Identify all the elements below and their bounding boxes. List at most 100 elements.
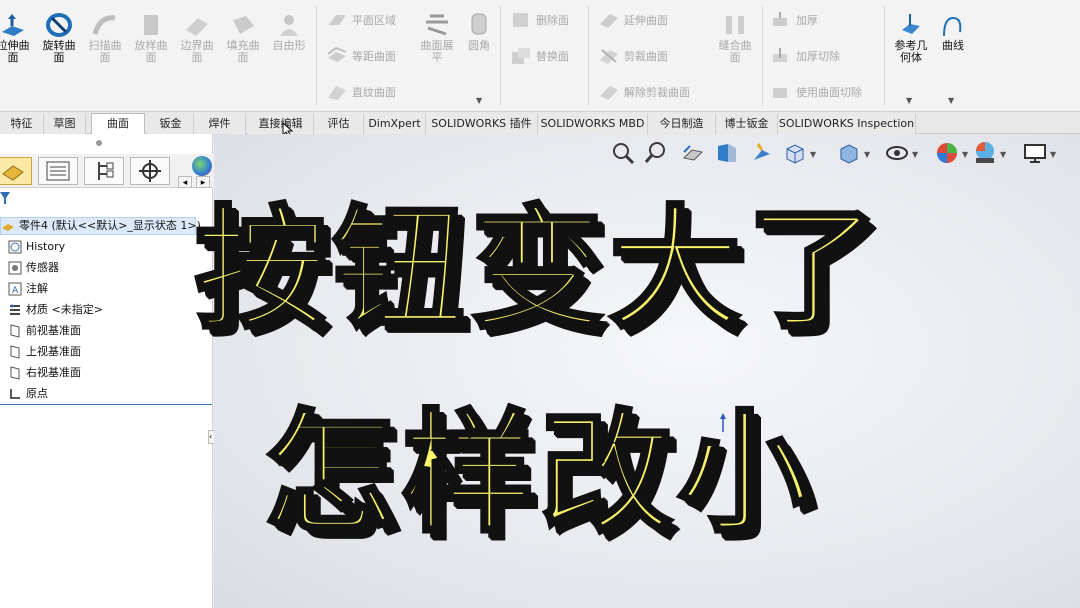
section-view-icon[interactable] [714, 140, 740, 166]
extrude-surface-icon [2, 14, 24, 36]
tree-item-label: 上视基准面 [26, 345, 81, 358]
ribbon-separator [500, 6, 501, 106]
ruled-surface-button[interactable]: 直纹曲面 [326, 80, 396, 104]
revolve-surface-button[interactable]: 旋转曲 面 [36, 12, 82, 64]
zoom-to-fit-icon[interactable] [610, 140, 636, 166]
button-label: 扫描曲 面 [88, 39, 122, 64]
scroll-left-icon[interactable]: ◂ [178, 176, 192, 188]
button-label: 剪裁曲面 [624, 50, 668, 63]
chevron-down-icon[interactable]: ▼ [810, 150, 816, 159]
tab-configuration-manager[interactable] [84, 157, 124, 185]
previous-view-icon[interactable] [680, 140, 706, 166]
tab-features[interactable]: 特征 [0, 114, 44, 134]
configuration-icon [98, 162, 114, 180]
chevron-down-icon[interactable]: ▼ [1000, 150, 1006, 159]
chevron-down-icon[interactable]: ▼ [906, 96, 912, 105]
curves-icon [943, 16, 962, 37]
extend-surface-icon [600, 14, 618, 28]
untrim-surface-button[interactable]: 解除剪裁曲面 [598, 80, 690, 104]
feature-tree-icon [2, 165, 24, 181]
tab-solidworks-addins[interactable]: SOLIDWORKS 插件 [426, 114, 538, 134]
ribbon-separator [588, 6, 589, 106]
reference-geometry-button[interactable]: 参考几 何体 [888, 12, 934, 64]
freeform-button[interactable]: 自由形 [266, 12, 312, 52]
tab-doctor-sheet-metal[interactable]: 博士钣金 [716, 114, 778, 134]
curves-button[interactable]: 曲线 [930, 12, 976, 52]
trim-surface-button[interactable]: 剪裁曲面 [598, 44, 668, 68]
button-label: 拉伸曲 面 [0, 39, 30, 64]
trim-surface-icon [600, 49, 618, 64]
button-label: 加厚 [796, 14, 818, 27]
tab-dimxpert[interactable]: DimXpert [364, 114, 426, 134]
tab-today-manufacturing[interactable]: 今日制造 [648, 114, 716, 134]
planar-surface-icon [329, 15, 346, 25]
view-orientation-icon[interactable] [782, 140, 808, 166]
tree-item-top-plane[interactable]: 上视基准面 [8, 343, 81, 361]
surface-cut-button[interactable]: 使用曲面切除 [770, 80, 862, 104]
thicken-cut-icon [773, 48, 787, 62]
button-label: 等距曲面 [352, 50, 396, 63]
thicken-cut-button[interactable]: 加厚切除 [770, 44, 840, 68]
display-style-icon[interactable] [836, 140, 862, 166]
loft-surface-button[interactable]: 放样曲 面 [128, 12, 174, 64]
tab-solidworks-mbd[interactable]: SOLIDWORKS MBD [538, 114, 648, 134]
tree-item-origin[interactable]: 原点 [8, 385, 48, 403]
chevron-down-icon[interactable]: ▼ [864, 150, 870, 159]
dynamic-annotation-icon[interactable] [748, 140, 774, 166]
tab-direct-editing[interactable]: 直接编辑 [248, 114, 314, 134]
tab-solidworks-inspection[interactable]: SOLIDWORKS Inspection [778, 114, 916, 134]
ruled-surface-icon [328, 86, 346, 100]
extend-surface-button[interactable]: 延伸曲面 [598, 8, 668, 32]
untrim-surface-icon [600, 86, 618, 100]
tab-feature-manager[interactable] [0, 157, 32, 185]
button-label: 删除面 [536, 14, 569, 27]
button-label: 圆角 [468, 39, 490, 52]
fill-surface-icon [233, 16, 254, 34]
tab-sketch[interactable]: 草图 [44, 114, 86, 134]
fill-surface-button[interactable]: 填充曲 面 [220, 12, 266, 64]
tab-evaluate[interactable]: 评估 [314, 114, 364, 134]
thicken-icon [773, 12, 787, 26]
plane-icon [10, 345, 20, 359]
scroll-right-icon[interactable]: ▸ [196, 176, 210, 188]
revolve-surface-icon [46, 13, 72, 37]
planar-surface-button[interactable]: 平面区域 [326, 8, 396, 32]
display-manager-icon[interactable] [192, 156, 212, 176]
thicken-button[interactable]: 加厚 [770, 8, 818, 32]
button-label: 平面区域 [352, 14, 396, 27]
extrude-surface-button[interactable]: 拉伸曲 面 [0, 12, 36, 64]
hide-show-items-icon[interactable] [884, 140, 910, 166]
knit-surface-button[interactable]: 缝合曲 面 [712, 12, 758, 64]
edit-appearance-icon[interactable] [934, 140, 960, 166]
tab-property-manager[interactable] [38, 157, 78, 185]
button-label: 缝合曲 面 [718, 39, 752, 64]
tab-weldments[interactable]: 焊件 [194, 114, 246, 134]
ribbon-separator [884, 6, 885, 106]
chevron-down-icon[interactable]: ▼ [476, 96, 482, 105]
chevron-down-icon[interactable]: ▼ [912, 150, 918, 159]
view-settings-icon[interactable] [1022, 140, 1048, 166]
offset-surface-button[interactable]: 等距曲面 [326, 44, 396, 68]
reference-geometry-icon [902, 14, 920, 34]
panel-grip-icon[interactable] [96, 140, 102, 146]
boundary-surface-button[interactable]: 边界曲 面 [174, 12, 220, 64]
sweep-surface-button[interactable]: 扫描曲 面 [82, 12, 128, 64]
zoom-to-area-icon[interactable] [644, 140, 670, 166]
chevron-down-icon[interactable]: ▼ [962, 150, 968, 159]
chevron-down-icon[interactable]: ▼ [948, 96, 954, 105]
button-label: 填充曲 面 [226, 39, 260, 64]
fillet-button[interactable]: 圆角 [456, 12, 502, 52]
tab-dimxpert-manager[interactable] [130, 157, 170, 185]
tree-item-right-plane[interactable]: 右视基准面 [8, 364, 81, 382]
apply-scene-icon[interactable] [972, 140, 998, 166]
replace-face-button[interactable]: 替换面 [510, 44, 569, 68]
button-label: 自由形 [272, 39, 306, 52]
button-label: 替换面 [536, 50, 569, 63]
button-label: 使用曲面切除 [796, 86, 862, 99]
chevron-down-icon[interactable]: ▼ [1050, 150, 1056, 159]
surface-flatten-button[interactable]: 曲面展 平 [414, 12, 460, 64]
ribbon-separator [316, 6, 317, 106]
tab-surfaces[interactable]: 曲面 [91, 113, 145, 135]
delete-face-button[interactable]: 删除面 [510, 8, 569, 32]
tab-sheet-metal[interactable]: 钣金 [148, 114, 194, 134]
